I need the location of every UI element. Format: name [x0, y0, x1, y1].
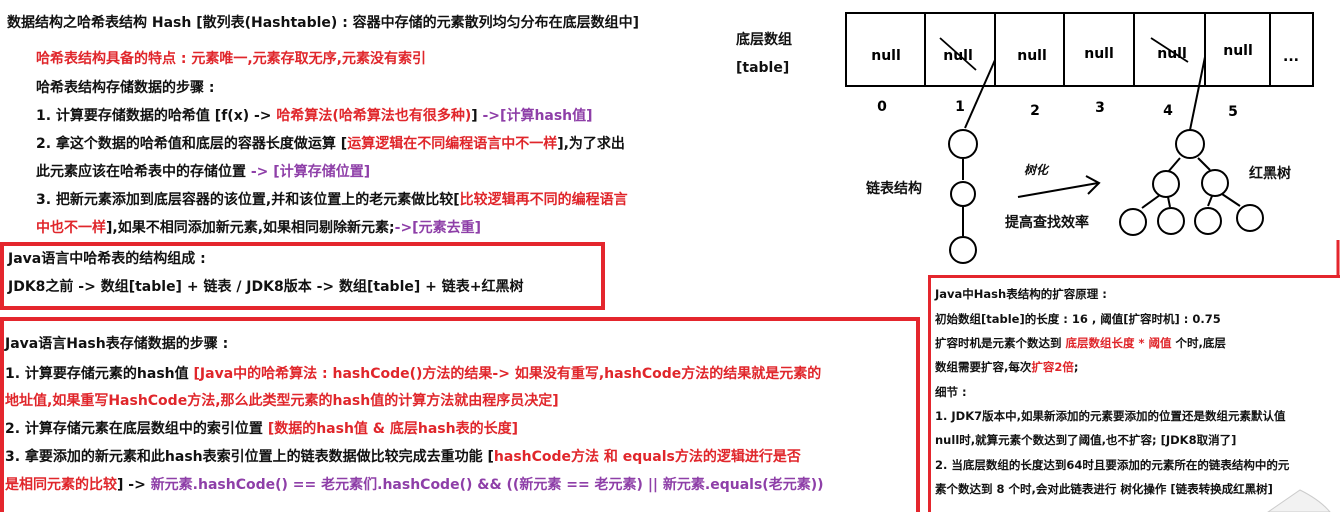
- array-cell-5: null: [1223, 43, 1253, 59]
- efficiency-label: 提高查找效率: [1005, 214, 1089, 231]
- array-index-3: 3: [1095, 100, 1105, 116]
- tree-node: [1152, 170, 1180, 198]
- list-node: [949, 236, 977, 264]
- array-cell-ellipsis: ...: [1283, 49, 1299, 65]
- tree-link: [1167, 196, 1171, 208]
- tree-node: [1175, 129, 1205, 159]
- array-cell-3: null: [1084, 46, 1114, 62]
- tree-node: [1236, 204, 1264, 232]
- array-cell-1: null: [943, 48, 973, 64]
- array-cell-4: null: [1157, 46, 1187, 62]
- treeify-label: 树化: [1024, 163, 1050, 177]
- tree-node: [1157, 207, 1185, 235]
- array-cell-0: null: [871, 48, 901, 64]
- array-label-table: [table]: [736, 60, 789, 76]
- list-node: [950, 181, 976, 207]
- treeify-arrow: [1017, 182, 1099, 198]
- hash-table-diagram: null null null null null null ... 0 1 2 …: [736, 12, 1340, 512]
- tree-link: [1221, 193, 1241, 207]
- array-cell-2: null: [1017, 48, 1047, 64]
- tree-link: [1197, 157, 1211, 171]
- tree-node: [1194, 207, 1222, 235]
- rbtree-label: 红黑树: [1249, 165, 1291, 182]
- array-index-5: 5: [1228, 104, 1238, 120]
- tree-node: [1119, 208, 1147, 236]
- tree-link: [1167, 157, 1181, 173]
- array-index-1: 1: [955, 99, 965, 115]
- linked-list-label: 链表结构: [866, 180, 922, 197]
- tree-link: [1141, 194, 1161, 209]
- tree-node: [1201, 169, 1229, 197]
- tree-link: [1207, 195, 1213, 207]
- page-curl: [1267, 489, 1331, 512]
- array-index-2: 2: [1030, 103, 1040, 119]
- array-index-4: 4: [1163, 103, 1173, 119]
- array-label: 底层数组: [736, 31, 792, 48]
- list-node: [948, 129, 978, 159]
- array-index-0: 0: [877, 99, 887, 115]
